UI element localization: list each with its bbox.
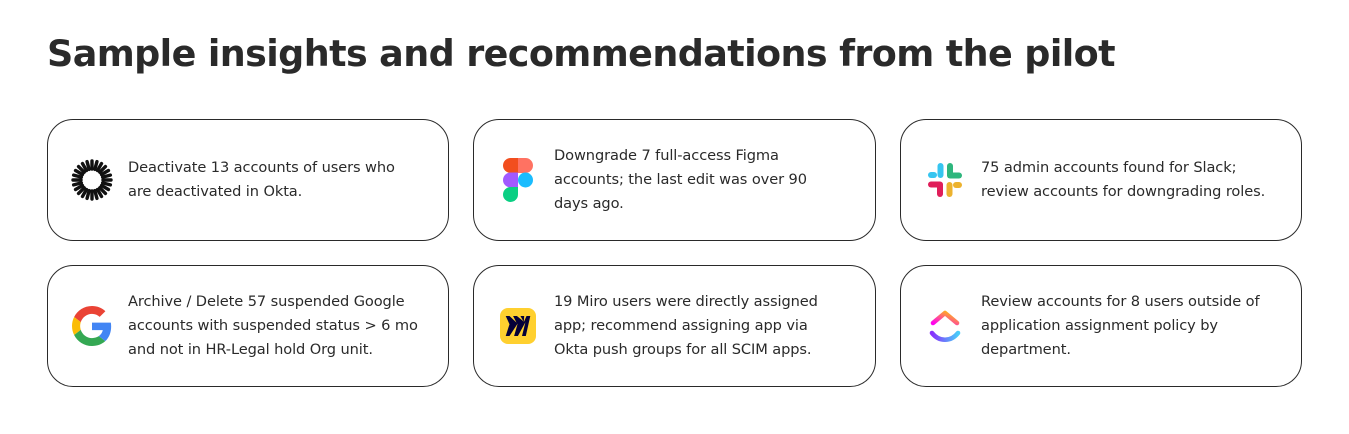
insight-card-okta: Deactivate 13 accounts of users who are … [47,119,449,241]
miro-icon [496,304,540,348]
slack-icon [923,158,967,202]
sunburst-ray [71,181,84,187]
insight-text: 19 Miro users were directly assigned app… [554,293,818,358]
insight-text: Archive / Delete 57 suspended Google acc… [128,293,418,358]
insight-text: Review accounts for 8 users outside of a… [981,293,1260,358]
sunburst-ray [100,181,113,187]
insight-card-clickup: Review accounts for 8 users outside of a… [900,265,1302,387]
clickup-icon [923,304,967,348]
insight-card-figma: Downgrade 7 full-access Figma accounts; … [473,119,876,241]
sunburst-ray [71,173,84,179]
sunburst-ray [85,188,91,201]
insight-card-google: Archive / Delete 57 suspended Google acc… [47,265,449,387]
insights-grid: Deactivate 13 accounts of users who are … [47,119,1303,387]
okta-sunburst-icon [70,158,114,202]
insight-text: 75 admin accounts found for Slack; revie… [981,159,1266,200]
sunburst-ray [85,159,91,172]
google-icon [70,304,114,348]
insight-card-miro: 19 Miro users were directly assigned app… [473,265,876,387]
sunburst-ray [93,159,99,172]
page-title: Sample insights and recommendations from… [47,32,1116,75]
sunburst-ray [100,173,113,179]
figma-icon [496,158,540,202]
insight-text: Deactivate 13 accounts of users who are … [128,159,395,200]
insight-card-slack: 75 admin accounts found for Slack; revie… [900,119,1302,241]
sunburst-ray [93,188,99,201]
insight-text: Downgrade 7 full-access Figma accounts; … [554,147,807,212]
